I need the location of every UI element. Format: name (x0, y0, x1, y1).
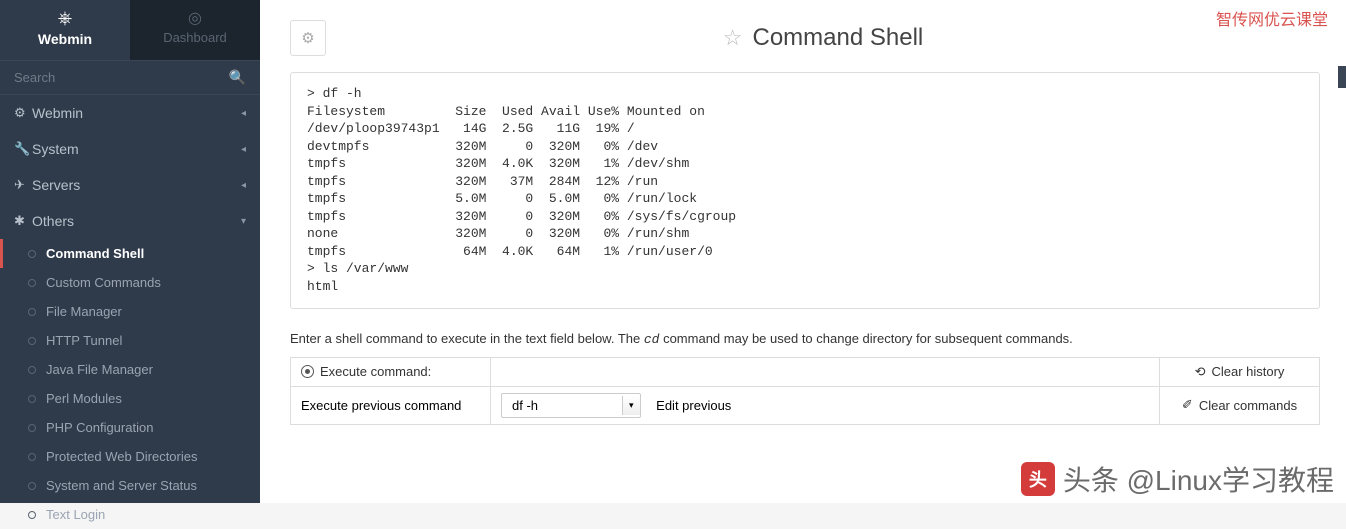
caret-icon: ◂ (241, 180, 246, 191)
toutiao-logo-icon: 头 (1021, 462, 1055, 496)
sidebar-item-perl-modules[interactable]: Perl Modules (0, 384, 260, 413)
terminal-panel: > df -h Filesystem Size Used Avail Use% … (290, 72, 1320, 309)
gear-icon: ⚙ (301, 29, 314, 47)
section-label: Others (32, 213, 241, 229)
module-config-button[interactable]: ⚙ (290, 20, 326, 56)
caret-icon: ▾ (241, 216, 246, 227)
webmin-logo-icon: ⎈ (0, 8, 130, 29)
section-icon: ✱ (14, 213, 32, 229)
menu-section-webmin[interactable]: ⚙Webmin◂ (0, 95, 260, 131)
help-text: Enter a shell command to execute in the … (290, 331, 1320, 347)
sidebar-item-php-configuration[interactable]: PHP Configuration (0, 413, 260, 442)
section-icon: ⚙ (14, 105, 32, 121)
edit-previous-button[interactable]: Edit previous (656, 398, 731, 413)
section-icon: 🔧 (14, 141, 32, 157)
brand-label: Webmin (0, 31, 130, 47)
section-label: System (32, 141, 241, 157)
section-label: Webmin (32, 105, 241, 121)
menu-section-others[interactable]: ✱Others▾ (0, 203, 260, 239)
section-label: Servers (32, 177, 241, 193)
search-icon[interactable]: 🔍 (229, 69, 246, 86)
sidebar-item-java-file-manager[interactable]: Java File Manager (0, 355, 260, 384)
search-row: 🔍 (0, 60, 260, 95)
command-input[interactable] (501, 364, 1149, 379)
watermark-bottom: 头 头条 @Linux学习教程 (1021, 459, 1334, 499)
page-title: Command Shell (752, 24, 923, 52)
sidebar-item-http-tunnel[interactable]: HTTP Tunnel (0, 326, 260, 355)
search-input[interactable] (14, 70, 229, 85)
main-content: 智传网优云课堂 ⚙ ☆ Command Shell > df -h Filesy… (260, 0, 1346, 503)
command-form: Execute command: ⟲ Clear history Execute… (290, 357, 1320, 425)
section-icon: ✈ (14, 177, 32, 193)
execute-button[interactable]: Execute command: (301, 364, 480, 379)
dashboard-tab[interactable]: ◎ Dashboard (130, 0, 260, 60)
execute-previous-button[interactable]: Execute previous command (301, 398, 461, 413)
sidebar-item-custom-commands[interactable]: Custom Commands (0, 268, 260, 297)
execute-label: Execute command: (320, 364, 431, 379)
previous-command-select[interactable]: df -h ▾ (501, 393, 641, 418)
sidebar-item-text-login[interactable]: Text Login (0, 500, 260, 529)
caret-icon: ◂ (241, 144, 246, 155)
bullseye-icon (301, 365, 314, 378)
previous-command-value: df -h (502, 394, 622, 417)
sidebar-item-command-shell[interactable]: Command Shell (0, 239, 260, 268)
menu-section-servers[interactable]: ✈Servers◂ (0, 167, 260, 203)
clear-commands-button[interactable]: ✐ Clear commands (1182, 397, 1297, 413)
clear-icon: ✐ (1182, 397, 1193, 413)
dashboard-label: Dashboard (130, 30, 260, 45)
caret-icon: ◂ (241, 108, 246, 119)
brand-tab[interactable]: ⎈ Webmin (0, 0, 130, 60)
right-edge-tab[interactable] (1338, 66, 1346, 88)
menu-section-system[interactable]: 🔧System◂ (0, 131, 260, 167)
star-icon[interactable]: ☆ (723, 25, 743, 51)
chevron-down-icon: ▾ (622, 396, 640, 415)
history-icon: ⟲ (1195, 364, 1206, 380)
terminal-output: > df -h Filesystem Size Used Avail Use% … (307, 85, 1303, 296)
gauge-icon: ◎ (130, 8, 260, 28)
sidebar-item-file-manager[interactable]: File Manager (0, 297, 260, 326)
sidebar: ⎈ Webmin ◎ Dashboard 🔍 ⚙Webmin◂🔧System◂✈… (0, 0, 260, 503)
watermark-top: 智传网优云课堂 (1216, 6, 1328, 30)
clear-history-button[interactable]: ⟲ Clear history (1195, 364, 1285, 380)
sidebar-item-system-and-server-status[interactable]: System and Server Status (0, 471, 260, 500)
sidebar-item-protected-web-directories[interactable]: Protected Web Directories (0, 442, 260, 471)
